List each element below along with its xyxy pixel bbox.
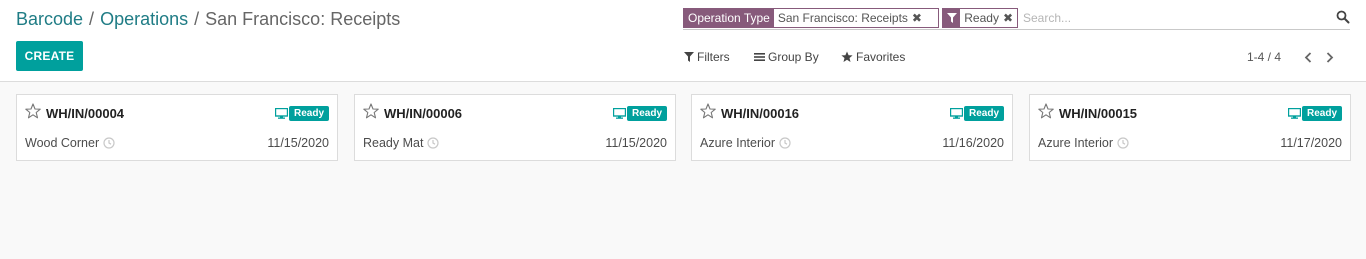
list-icon — [754, 53, 765, 61]
card-date: 11/15/2020 — [267, 136, 329, 150]
partner-name: Wood Corner — [25, 136, 100, 150]
card-reference: WH/IN/00006 — [384, 106, 463, 121]
kanban-card[interactable]: WH/IN/00015 Ready Azure Interior 11/17/2… — [1029, 94, 1351, 161]
favorites-label: Favorites — [856, 50, 906, 64]
card-partner: Wood Corner — [25, 136, 115, 150]
card-reference: WH/IN/00015 — [1059, 106, 1138, 121]
breadcrumb-barcode[interactable]: Barcode — [16, 9, 83, 29]
card-reference: WH/IN/00016 — [721, 106, 800, 121]
chevron-left-icon[interactable] — [1299, 48, 1317, 66]
partner-name: Azure Interior — [700, 136, 776, 150]
facet-value: San Francisco: Receipts — [777, 11, 908, 25]
star-outline-icon[interactable] — [1038, 103, 1054, 119]
desktop-icon — [1288, 108, 1301, 119]
pager-value[interactable]: 1-4 / 4 — [1247, 50, 1281, 64]
card-partner: Azure Interior — [700, 136, 791, 150]
group-by-button[interactable]: Group By — [754, 48, 819, 66]
clock-icon[interactable] — [103, 137, 115, 149]
desktop-icon — [275, 108, 288, 119]
card-reference: WH/IN/00004 — [46, 106, 125, 121]
card-date: 11/17/2020 — [1280, 136, 1342, 150]
star-outline-icon[interactable] — [25, 103, 41, 119]
status-badge: Ready — [288, 106, 329, 121]
status-badge: Ready — [626, 106, 667, 121]
clock-icon[interactable] — [427, 137, 440, 149]
status-badge: Ready — [963, 106, 1004, 121]
search-bar: Operation Type San Francisco: Receipts ✖… — [683, 7, 1350, 30]
breadcrumb-separator: / — [89, 9, 95, 29]
card-partner: Ready Mat — [363, 136, 440, 150]
create-button[interactable]: CREATE — [16, 41, 83, 71]
kanban-card[interactable]: WH/IN/00016 Ready Azure Interior 11/16/2… — [691, 94, 1013, 161]
pager: 1-4 / 4 — [1247, 48, 1339, 66]
search-facet-operation-type: Operation Type San Francisco: Receipts ✖ — [683, 8, 939, 28]
facet-remove-icon[interactable]: ✖ — [1003, 11, 1017, 25]
filters-label: Filters — [697, 50, 730, 64]
control-panel: Barcode / Operations / San Francisco: Receip… — [0, 0, 1366, 82]
clock-icon[interactable] — [779, 137, 791, 149]
star-outline-icon[interactable] — [363, 103, 379, 119]
filters-button[interactable]: Filters — [684, 48, 730, 66]
funnel-icon — [684, 52, 694, 62]
page-title: San Francisco: Receipts — [205, 9, 401, 29]
card-date: 11/15/2020 — [605, 136, 667, 150]
search-icon[interactable] — [1336, 10, 1350, 24]
card-date: 11/16/2020 — [942, 136, 1004, 150]
facet-remove-icon[interactable]: ✖ — [912, 11, 926, 25]
facet-label: Operation Type — [684, 9, 774, 27]
status-badge: Ready — [1301, 106, 1342, 121]
breadcrumb-operations[interactable]: Operations — [100, 9, 188, 29]
favorites-button[interactable]: Favorites — [841, 48, 905, 66]
group-by-label: Group By — [768, 50, 819, 64]
search-input[interactable] — [1023, 9, 1323, 27]
facet-value: Ready — [964, 11, 999, 25]
breadcrumb: Barcode / Operations / San Francisco: Receip… — [16, 8, 400, 30]
search-facet-ready: Ready ✖ — [942, 8, 1018, 28]
clock-icon[interactable] — [1117, 137, 1129, 149]
star-outline-icon[interactable] — [700, 103, 716, 119]
breadcrumb-separator: / — [194, 9, 200, 29]
desktop-icon — [950, 108, 963, 119]
partner-name: Azure Interior — [1038, 136, 1114, 150]
chevron-right-icon[interactable] — [1321, 48, 1339, 66]
kanban-view: WH/IN/00004 Ready Wood Corner 11/15/2020… — [0, 83, 1366, 259]
funnel-icon — [943, 9, 961, 27]
kanban-card[interactable]: WH/IN/00006 Ready Ready Mat 11/15/2020 — [354, 94, 676, 161]
desktop-icon — [613, 108, 626, 119]
partner-name: Ready Mat — [363, 136, 424, 150]
card-partner: Azure Interior — [1038, 136, 1129, 150]
star-icon — [841, 51, 853, 62]
kanban-card[interactable]: WH/IN/00004 Ready Wood Corner 11/15/2020 — [16, 94, 338, 161]
